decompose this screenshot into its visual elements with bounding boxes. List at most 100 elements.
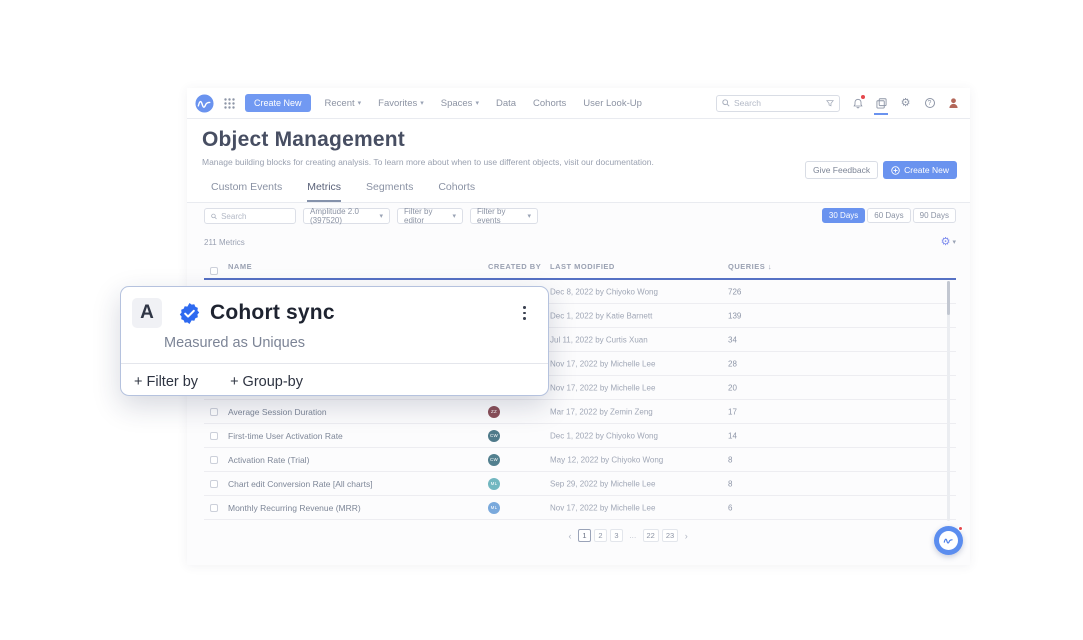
overlay-title: Cohort sync: [210, 301, 335, 325]
project-dropdown[interactable]: Amplitude 2.0 (397520) ▾: [303, 208, 390, 224]
nav-right-cluster: ⚙ ?: [716, 95, 960, 112]
last-modified-cell: May 12, 2022 by Chiyoko Wong: [550, 455, 663, 464]
amplitude-logo-icon: [939, 531, 958, 550]
measured-as-label: Measured as Uniques: [164, 335, 548, 351]
table-search-box[interactable]: [204, 208, 296, 224]
filter-by-editor-dropdown[interactable]: Filter by editor ▾: [397, 208, 463, 224]
plus-circle-icon: [891, 166, 900, 175]
metric-name[interactable]: First-time User Activation Rate: [228, 431, 343, 441]
add-filter-button[interactable]: + Filter by: [134, 374, 198, 390]
select-all-checkbox[interactable]: [210, 267, 218, 275]
nav-search-box[interactable]: [716, 95, 840, 112]
page-number-button[interactable]: …: [626, 529, 640, 542]
floating-assistant-button[interactable]: [934, 526, 963, 555]
queries-cell: 14: [728, 431, 737, 440]
creator-avatar: CW: [488, 430, 500, 442]
last-modified-cell: Nov 17, 2022 by Michelle Lee: [550, 383, 655, 392]
nav-link[interactable]: Spaces ▾: [441, 98, 479, 109]
last-modified-cell: Dec 8, 2022 by Chiyoko Wong: [550, 287, 658, 296]
settings-gear-icon[interactable]: ⚙: [899, 95, 912, 111]
kebab-menu-icon[interactable]: [517, 302, 532, 323]
table-header: Name Created By Last Modified Queries ↓: [204, 258, 956, 280]
add-group-by-button[interactable]: + Group-by: [230, 374, 303, 390]
nav-links: Recent ▾ Favorites ▾ Spaces ▾ Data: [325, 98, 642, 109]
filter-bar: Amplitude 2.0 (397520) ▾ Filter by edito…: [204, 208, 956, 224]
filter-by-events-dropdown[interactable]: Filter by events ▾: [470, 208, 538, 224]
row-checkbox[interactable]: [210, 504, 218, 512]
next-page-button[interactable]: ›: [681, 529, 691, 542]
page-header: Object Management Manage building blocks…: [187, 119, 970, 167]
page-number-button[interactable]: 23: [662, 529, 678, 542]
queries-cell: 17: [728, 407, 737, 416]
last-modified-cell: Nov 17, 2022 by Michelle Lee: [550, 359, 655, 368]
nav-link[interactable]: Recent ▾: [325, 98, 362, 109]
active-nav-underline: [874, 113, 888, 115]
notifications-bell-icon[interactable]: [851, 95, 864, 111]
metric-name[interactable]: Monthly Recurring Revenue (MRR): [228, 503, 361, 513]
nav-link[interactable]: Data: [496, 98, 516, 109]
create-new-button[interactable]: Create New: [883, 161, 957, 179]
date-range-button[interactable]: 30 Days: [822, 208, 865, 223]
table-scrollbar[interactable]: [947, 281, 950, 521]
hotkey-chip: A: [132, 298, 162, 328]
cohort-sync-overlay-card: A Cohort sync Measured as Uniques + Filt…: [120, 286, 549, 396]
filter-funnel-icon[interactable]: [826, 99, 834, 107]
row-checkbox[interactable]: [210, 480, 218, 488]
chevron-down-icon: ▾: [475, 99, 479, 107]
chevron-down-icon: ▾: [420, 99, 424, 107]
tab[interactable]: Cohorts: [438, 181, 475, 202]
column-header-created-by[interactable]: Created By: [488, 262, 541, 271]
metric-name[interactable]: Chart edit Conversion Rate [All charts]: [228, 479, 373, 489]
top-nav: Create New Recent ▾ Favorites ▾ Spaces ▾: [187, 88, 970, 119]
table-settings-gear-icon[interactable]: ⚙▾: [941, 237, 956, 248]
table-row[interactable]: Chart edit Conversion Rate [All charts] …: [204, 472, 956, 496]
row-checkbox[interactable]: [210, 432, 218, 440]
nav-link[interactable]: Cohorts: [533, 98, 566, 109]
scrollbar-thumb[interactable]: [947, 281, 950, 315]
table-row[interactable]: Activation Rate (Trial) CW May 12, 2022 …: [204, 448, 956, 472]
nav-link[interactable]: User Look-Up: [583, 98, 642, 109]
amplitude-logo-icon[interactable]: [195, 94, 214, 113]
metric-name[interactable]: Average Session Duration: [228, 407, 327, 417]
metric-name[interactable]: Activation Rate (Trial): [228, 455, 309, 465]
verified-check-badge-icon: [178, 302, 201, 325]
workspace-window-icon[interactable]: [875, 95, 888, 111]
creator-avatar: ML: [488, 478, 500, 490]
column-header-name[interactable]: Name: [228, 262, 252, 271]
page-number-button[interactable]: 22: [643, 529, 659, 542]
last-modified-cell: Nov 17, 2022 by Michelle Lee: [550, 503, 655, 512]
last-modified-cell: Dec 1, 2022 by Katie Barnett: [550, 311, 652, 320]
apps-grid-icon[interactable]: [224, 98, 235, 109]
queries-cell: 139: [728, 311, 741, 320]
table-search-input[interactable]: [221, 212, 289, 221]
queries-cell: 6: [728, 503, 732, 512]
column-header-queries[interactable]: Queries ↓: [728, 262, 772, 271]
tab[interactable]: Custom Events: [211, 181, 282, 202]
table-row[interactable]: Average Session Duration ZZ Mar 17, 2022…: [204, 400, 956, 424]
help-icon[interactable]: ?: [923, 95, 936, 111]
nav-create-new-button[interactable]: Create New: [245, 94, 311, 112]
table-row[interactable]: Monthly Recurring Revenue (MRR) ML Nov 1…: [204, 496, 956, 520]
column-header-last-modified[interactable]: Last Modified: [550, 262, 615, 271]
prev-page-button[interactable]: ‹: [565, 529, 575, 542]
row-checkbox[interactable]: [210, 408, 218, 416]
tab[interactable]: Metrics: [307, 181, 341, 202]
overlay-actions: + Filter by + Group-by: [121, 364, 548, 390]
metrics-count: 211 Metrics: [204, 238, 245, 247]
page-number-button[interactable]: 2: [594, 529, 607, 542]
notification-red-dot: [861, 95, 865, 99]
pagination: ‹ 1 2 3 … 22 23 ›: [565, 529, 691, 542]
give-feedback-button[interactable]: Give Feedback: [805, 161, 878, 179]
nav-search-input[interactable]: [734, 98, 822, 108]
nav-link[interactable]: Favorites ▾: [378, 98, 424, 109]
date-range-button[interactable]: 60 Days: [867, 208, 910, 223]
tab[interactable]: Segments: [366, 181, 413, 202]
page-title: Object Management: [202, 128, 956, 152]
user-avatar-icon[interactable]: [947, 95, 960, 111]
page-number-button[interactable]: 3: [610, 529, 623, 542]
date-range-button[interactable]: 90 Days: [913, 208, 956, 223]
page-number-button[interactable]: 1: [578, 529, 591, 542]
row-checkbox[interactable]: [210, 456, 218, 464]
chevron-down-icon: ▾: [358, 99, 362, 107]
table-row[interactable]: First-time User Activation Rate CW Dec 1…: [204, 424, 956, 448]
